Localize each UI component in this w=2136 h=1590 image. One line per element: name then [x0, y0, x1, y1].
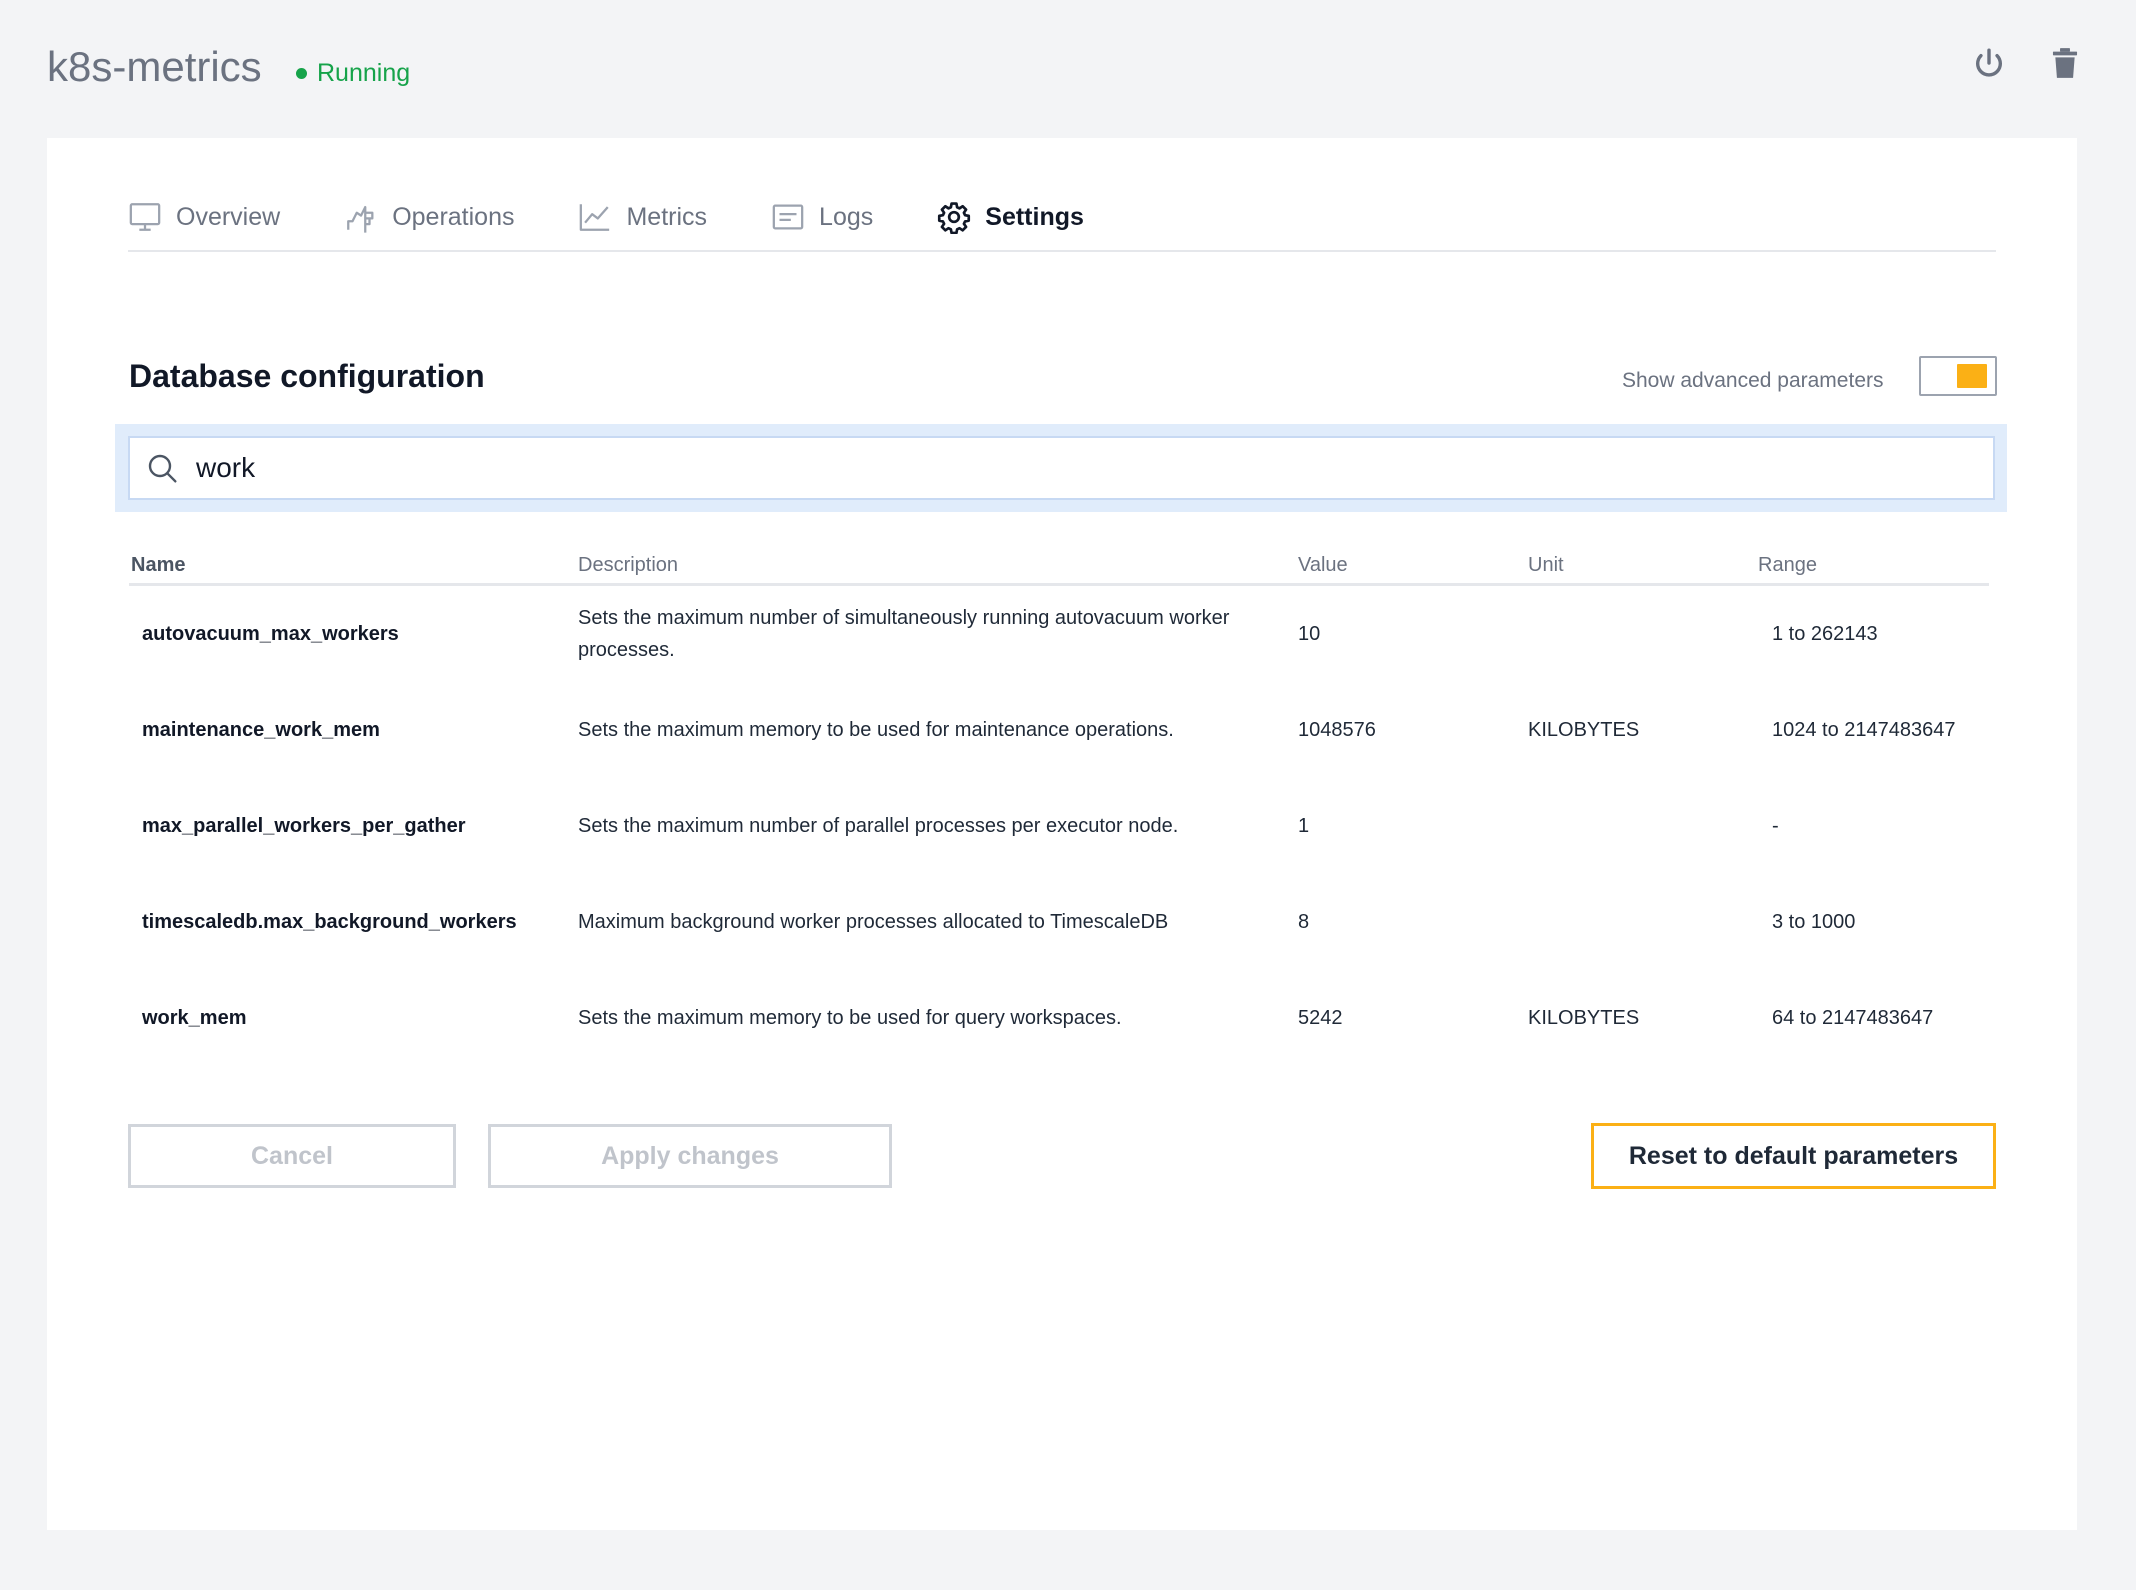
power-icon: [1975, 48, 2003, 77]
column-header-value: Value: [1298, 554, 1348, 576]
table-header: Name Description Value Unit Range: [129, 552, 1989, 586]
logs-icon: [772, 204, 804, 230]
param-description: Sets the maximum memory to be used for q…: [578, 1007, 1122, 1029]
param-value[interactable]: 1: [1298, 815, 1528, 838]
operations-icon: [347, 205, 374, 233]
param-name: timescaledb.max_background_workers: [142, 910, 517, 933]
search-icon: [148, 454, 177, 483]
param-range: 64 to 2147483647: [1772, 1006, 1934, 1029]
param-range: 1024 to 2147483647: [1772, 718, 1956, 741]
param-value[interactable]: 1048576: [1298, 719, 1528, 742]
app-header: k8s-metrics Running: [0, 0, 2136, 136]
param-name: max_parallel_workers_per_gather: [142, 814, 466, 837]
parameters-table: Name Description Value Unit Range autova…: [129, 552, 1989, 1066]
param-description: Maximum background worker processes allo…: [578, 911, 1169, 933]
search-box: [128, 436, 1995, 500]
param-unit: KILOBYTES: [1528, 1006, 1640, 1029]
power-button[interactable]: [1970, 42, 2008, 84]
tab-overview[interactable]: Overview: [128, 196, 280, 238]
param-name: maintenance_work_mem: [142, 718, 380, 741]
param-value[interactable]: 10: [1298, 623, 1528, 646]
tab-operations[interactable]: Operations: [344, 196, 514, 238]
gear-icon: [938, 202, 971, 234]
monitor-icon: [129, 203, 161, 231]
column-header-description: Description: [578, 554, 679, 576]
cancel-button[interactable]: Cancel: [128, 1124, 456, 1188]
status-badge: Running: [296, 58, 410, 88]
status-text: Running: [317, 59, 411, 87]
table-row[interactable]: timescaledb.max_background_workers Maxim…: [129, 874, 1989, 970]
param-description: Sets the maximum number of simultaneousl…: [578, 607, 1230, 661]
column-header-name[interactable]: Name: [129, 552, 578, 578]
status-dot: [296, 67, 307, 79]
param-description: Sets the maximum memory to be used for m…: [578, 719, 1174, 741]
tab-bar: Overview Operations Metrics Logs Setting…: [128, 196, 1996, 252]
advanced-parameters-label: Show advanced parameters: [1622, 369, 1884, 392]
chart-line-icon: [580, 204, 610, 231]
trash-icon: [2052, 48, 2078, 78]
param-value[interactable]: 5242: [1298, 1007, 1528, 1030]
param-name: autovacuum_max_workers: [142, 622, 399, 645]
reset-default-parameters-button[interactable]: Reset to default parameters: [1591, 1123, 1996, 1189]
param-value[interactable]: 8: [1298, 911, 1528, 934]
main-panel: Overview Operations Metrics Logs Setting…: [47, 138, 2077, 1530]
column-header-range: Range: [1758, 554, 1817, 576]
param-range: -: [1772, 814, 1779, 837]
search-container: [115, 424, 2007, 512]
tab-metrics[interactable]: Metrics: [578, 196, 707, 238]
toggle-knob: [1957, 364, 1987, 388]
param-range: 1 to 262143: [1772, 622, 1878, 645]
table-row[interactable]: max_parallel_workers_per_gather Sets the…: [129, 778, 1989, 874]
tab-label: Settings: [985, 203, 1084, 231]
service-name: k8s-metrics: [47, 43, 262, 90]
apply-changes-button[interactable]: Apply changes: [488, 1124, 892, 1188]
tab-logs[interactable]: Logs: [771, 196, 873, 238]
tab-label: Metrics: [626, 203, 708, 231]
table-row[interactable]: autovacuum_max_workers Sets the maximum …: [129, 586, 1989, 682]
tab-label: Logs: [819, 203, 874, 231]
advanced-parameters-toggle[interactable]: [1919, 356, 1997, 396]
section-title: Database configuration: [129, 358, 485, 394]
param-name: work_mem: [142, 1006, 247, 1029]
table-row[interactable]: work_mem Sets the maximum memory to be u…: [129, 970, 1989, 1066]
tab-label: Overview: [176, 203, 281, 231]
param-description: Sets the maximum number of parallel proc…: [578, 815, 1179, 837]
column-header-unit: Unit: [1528, 554, 1564, 576]
search-input[interactable]: [196, 443, 1896, 493]
param-unit: KILOBYTES: [1528, 718, 1640, 741]
table-row[interactable]: maintenance_work_mem Sets the maximum me…: [129, 682, 1989, 778]
delete-button[interactable]: [2046, 42, 2084, 84]
tab-settings[interactable]: Settings: [937, 196, 1084, 238]
param-range: 3 to 1000: [1772, 910, 1856, 933]
tab-label: Operations: [392, 203, 515, 231]
